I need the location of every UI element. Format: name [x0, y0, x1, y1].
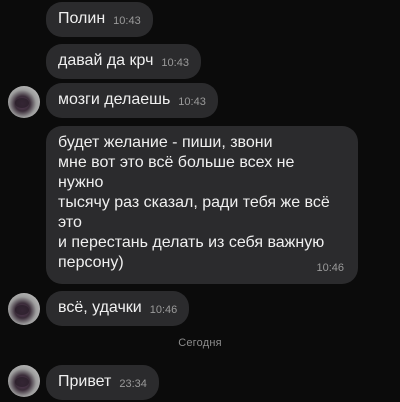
message-bubble[interactable]: Полин 10:43	[46, 2, 153, 37]
message-text: всё, удачки	[58, 299, 142, 316]
message-time: 10:46	[149, 304, 178, 316]
message-time: 23:34	[119, 378, 147, 390]
contact-avatar[interactable]	[8, 86, 40, 118]
message-time: 10:43	[161, 57, 189, 69]
message-bubble[interactable]: всё, удачки 10:46	[46, 291, 190, 326]
message-bubble[interactable]: Привет 23:34	[46, 365, 159, 400]
contact-avatar[interactable]	[8, 293, 40, 325]
message-time: 10:46	[316, 262, 344, 274]
message-bubble[interactable]: будет желание - пиши, звони мне вот это …	[46, 126, 358, 284]
date-divider: Сегодня	[178, 337, 222, 349]
message-text: Полин	[58, 10, 106, 27]
message-text: будет желание - пиши, звони мне вот это …	[58, 134, 330, 271]
message-text: давай да крч	[58, 52, 154, 69]
message-text: Привет	[58, 373, 112, 390]
message-text: мозги делаешь	[58, 91, 171, 108]
message-time: 10:43	[113, 15, 141, 27]
message-bubble[interactable]: мозги делаешь 10:43	[46, 83, 218, 118]
message-time: 10:43	[178, 96, 206, 108]
contact-avatar[interactable]	[8, 365, 40, 397]
message-bubble[interactable]: давай да крч 10:43	[46, 44, 201, 79]
